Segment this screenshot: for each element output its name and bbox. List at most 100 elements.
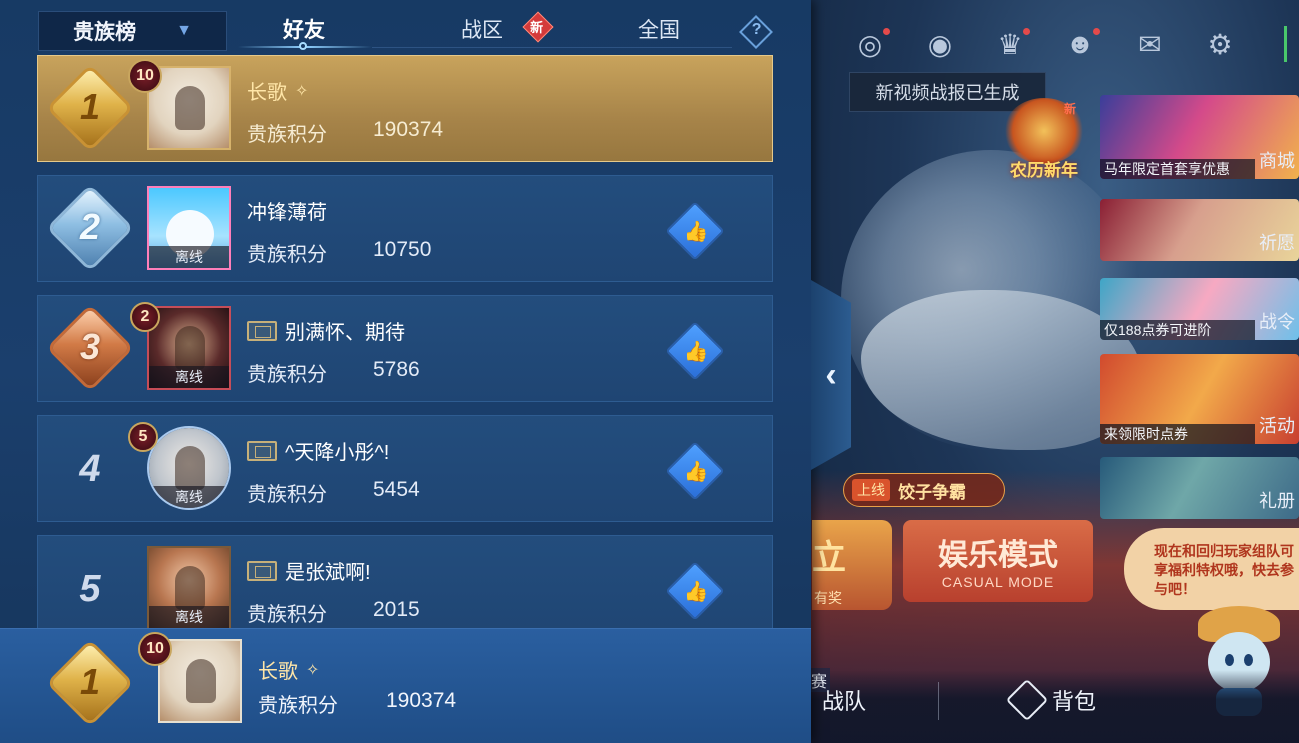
- like-button[interactable]: 👍: [665, 441, 725, 501]
- shop-card-label: 商城: [1259, 151, 1295, 171]
- nav-team-button[interactable]: 战队: [822, 684, 866, 716]
- avatar-figure: [186, 659, 216, 703]
- player-name-row: 是张斌啊!: [247, 556, 371, 585]
- avatar[interactable]: 离线: [147, 186, 231, 270]
- score-value: 10750: [373, 238, 432, 261]
- like-button[interactable]: 👍: [665, 201, 725, 261]
- notification-dot: [1093, 28, 1100, 35]
- player-name: 别满怀、期待: [285, 322, 405, 344]
- signal-icon: [1284, 26, 1299, 62]
- score-label: 贵族积分: [247, 244, 327, 266]
- player-name: 是张斌啊!: [285, 562, 371, 584]
- rank-medal-gold: 1: [50, 68, 130, 148]
- battle-pass-card-label: 战令: [1259, 312, 1295, 332]
- rank-number: 1: [79, 86, 101, 127]
- event-banner-peek-big: 立: [812, 539, 846, 577]
- player-name: 长歌: [258, 661, 298, 683]
- friends-icon[interactable]: ☻: [1058, 22, 1102, 66]
- notification-dot: [1023, 28, 1030, 35]
- noble-symbol-icon: ✧: [295, 82, 309, 100]
- avatar-figure: [175, 446, 205, 490]
- ranking-row[interactable]: 2 离线 冲锋薄荷 贵族积分 10750 👍: [37, 175, 773, 282]
- tab-friends[interactable]: 好友: [283, 14, 325, 44]
- avatar[interactable]: 离线: [147, 426, 231, 510]
- like-button[interactable]: 👍: [665, 321, 725, 381]
- like-button[interactable]: 👍: [665, 561, 725, 621]
- score-value: 5454: [373, 478, 420, 501]
- player-name-row: 长歌 ✧: [247, 76, 308, 105]
- ranking-type-label: 贵族榜: [73, 21, 137, 44]
- thumbs-up-icon: 👍: [683, 461, 709, 484]
- wish-card[interactable]: 祈愿: [1100, 199, 1299, 261]
- casual-mode-button[interactable]: 娱乐模式 CASUAL MODE: [903, 520, 1093, 602]
- top-icon-bar: ◎ ◉ ♛ ☻ ✉ ⚙: [848, 22, 1242, 66]
- collapse-panel-button[interactable]: ‹: [811, 280, 851, 470]
- nav-team-label: 战队: [822, 689, 867, 714]
- nav-bag-label: 背包: [1052, 689, 1097, 714]
- avatar-figure: [175, 566, 205, 610]
- notification-dot: [883, 28, 890, 35]
- new-year-label: 农历新年: [1010, 161, 1078, 180]
- mascot-eye: [1244, 654, 1253, 666]
- chevron-left-icon: ‹: [825, 355, 837, 394]
- rank-number: 2: [79, 206, 101, 247]
- shop-card[interactable]: 马年限定首套享优惠 商城: [1100, 95, 1299, 179]
- score-value: 5786: [373, 358, 420, 381]
- ranking-row[interactable]: 4 离线 5 ^天降小彤^! 贵族积分 5454 👍: [37, 415, 773, 522]
- tab-zone[interactable]: 战区: [461, 14, 503, 44]
- score-value: 2015: [373, 598, 420, 621]
- eye-icon[interactable]: ◉: [918, 22, 962, 66]
- ranking-type-dropdown[interactable]: 贵族榜 ▼: [38, 11, 227, 51]
- level-badge: 10: [138, 632, 172, 666]
- help-icon[interactable]: ?: [739, 15, 773, 49]
- radar-icon[interactable]: ◎: [848, 22, 892, 66]
- thumbs-up-icon: 👍: [683, 341, 709, 364]
- score-label: 贵族积分: [247, 604, 327, 626]
- nav-bag-button[interactable]: 背包: [1005, 678, 1097, 722]
- wish-card-label: 祈愿: [1259, 233, 1295, 253]
- bag-icon: [1005, 678, 1049, 722]
- mascot-eye: [1225, 654, 1234, 666]
- avatar-figure: [175, 326, 205, 370]
- ranking-panel: 贵族榜 ▼ 好友 战区 新 全国 ? 1 10 长歌 ✧ 贵族积分 190374: [0, 0, 811, 743]
- return-player-promo[interactable]: 现在和回归玩家组队可享福利特权哦，快去参与吧！: [1124, 528, 1299, 610]
- event-banner-peek[interactable]: 立 有奖: [812, 520, 892, 610]
- chevron-down-icon: ▼: [176, 22, 192, 39]
- battle-pass-card[interactable]: 仅188点券可进阶 战令: [1100, 278, 1299, 340]
- ranking-row[interactable]: 3 离线 2 别满怀、期待 贵族积分 5786 👍: [37, 295, 773, 402]
- help-icon-glyph: ?: [751, 20, 762, 38]
- casual-mode-label: 娱乐模式: [938, 539, 1058, 572]
- new-badge: 新: [522, 11, 554, 43]
- trophy-icon[interactable]: ♛: [988, 22, 1032, 66]
- active-tab-indicator: [299, 42, 307, 50]
- rank-medal-silver: 2: [50, 188, 130, 268]
- gear-icon[interactable]: ⚙: [1198, 22, 1242, 66]
- offline-status: 离线: [149, 606, 229, 628]
- new-year-new-tag: 新: [1064, 102, 1077, 116]
- activity-card[interactable]: 来领限时点券 活动: [1100, 354, 1299, 444]
- tab-national[interactable]: 全国: [638, 14, 680, 44]
- gift-book-card[interactable]: 礼册: [1100, 457, 1299, 519]
- level-badge: 10: [128, 59, 162, 93]
- new-year-event-button[interactable]: 新 农历新年: [998, 96, 1090, 184]
- mail-icon[interactable]: ✉: [1128, 22, 1172, 66]
- player-name: 冲锋薄荷: [247, 202, 327, 224]
- online-tag: 上线: [852, 479, 890, 501]
- ranking-row[interactable]: 5 离线 是张斌啊! 贵族积分 2015 👍: [37, 535, 773, 642]
- casual-mode-subtitle: CASUAL MODE: [941, 574, 1055, 590]
- friend-tag-icon: [247, 440, 277, 461]
- shop-card-caption: 马年限定首套享优惠: [1100, 159, 1255, 179]
- dumpling-event-label: 饺子争霸: [898, 482, 966, 502]
- tab-bar-divider: [372, 47, 732, 48]
- activity-card-label: 活动: [1259, 416, 1295, 436]
- dumpling-event-pill[interactable]: 上线 饺子争霸: [843, 473, 1005, 507]
- score-label: 贵族积分: [247, 124, 327, 146]
- avatar[interactable]: 离线: [147, 546, 231, 630]
- rank-number: 5: [79, 568, 101, 610]
- ranking-row[interactable]: 1 10 长歌 ✧ 贵族积分 190374: [37, 55, 773, 162]
- score-label: 贵族积分: [247, 484, 327, 506]
- avatar-figure: [175, 86, 205, 130]
- level-badge: 5: [128, 422, 158, 452]
- thumbs-up-icon: 👍: [683, 581, 709, 604]
- level-badge: 2: [130, 302, 160, 332]
